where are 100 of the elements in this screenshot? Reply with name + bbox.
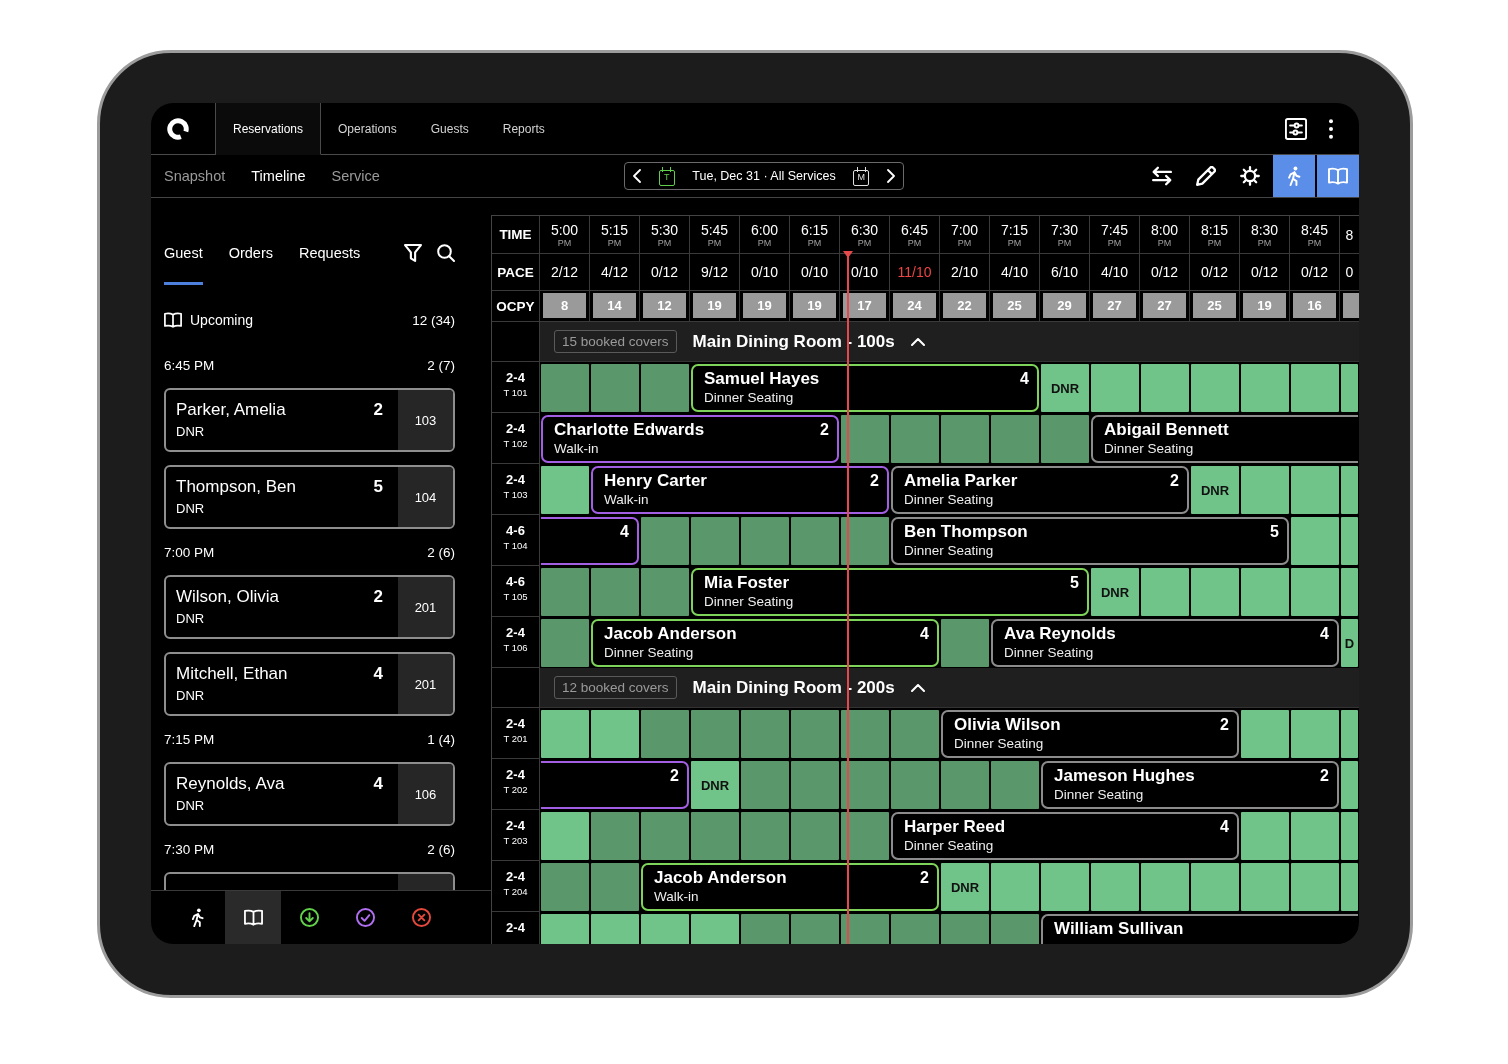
dnr-slot: DNR <box>1191 466 1239 514</box>
table-number: 104 <box>398 467 453 527</box>
status-tab[interactable] <box>225 891 281 944</box>
reservation-card[interactable]: Parker, Amelia 2 DNR 103 <box>164 388 455 452</box>
reservation-block[interactable]: Amelia Parker 2 Dinner Seating <box>891 466 1189 514</box>
occupancy-cell: 19 <box>793 293 836 318</box>
more-options-icon[interactable] <box>1329 118 1333 139</box>
timeline-slot <box>841 517 889 565</box>
search-icon[interactable] <box>437 244 455 262</box>
ring-logo-icon[interactable] <box>167 117 189 140</box>
timeline-slot <box>1241 466 1289 514</box>
table-number: T 102 <box>503 438 528 450</box>
chevron-up-icon[interactable] <box>910 683 925 692</box>
reservation-block[interactable]: Ben Thompson 5 Dinner Seating <box>891 517 1289 565</box>
filter-icon[interactable] <box>404 244 422 262</box>
nav-tab[interactable]: Guests <box>413 103 486 155</box>
group-time: 7:15 PM <box>164 731 215 747</box>
reservation-card[interactable]: Reynolds, Ava 4 DNR 106 <box>164 762 455 826</box>
table-number: 103 <box>398 390 453 450</box>
month-view-button[interactable]: M <box>853 166 870 186</box>
pace-value: 0/12 <box>1200 264 1229 280</box>
group-count: 2 (7) <box>427 357 455 373</box>
timeline-slot <box>1191 364 1239 412</box>
chevron-up-icon[interactable] <box>910 337 925 346</box>
reservation-block[interactable]: Mia Foster 5 Dinner Seating <box>691 568 1089 616</box>
date-picker[interactable]: T Tue, Dec 31 · All Services M <box>624 162 904 190</box>
occupancy-cell <box>1343 293 1359 318</box>
occupancy-cell: 16 <box>1293 293 1336 318</box>
booking-type: Walk-in <box>604 491 650 508</box>
today-button[interactable]: T <box>658 166 675 186</box>
table-number: T 103 <box>503 489 528 501</box>
booking-type: Dinner Seating <box>1004 644 1095 661</box>
timeline-slot <box>1091 863 1139 911</box>
reservation-block[interactable]: Harper Reed 4 Dinner Seating <box>891 812 1239 860</box>
timeline-slot <box>1141 364 1189 412</box>
occupancy-cell: 12 <box>643 293 686 318</box>
reservation-block[interactable]: Henry Carter 2 Walk-in <box>591 466 889 514</box>
covers-count: 12 booked covers <box>554 676 677 699</box>
timeline-slot <box>541 568 589 616</box>
party-size: 4 <box>1020 369 1029 389</box>
reservation-block[interactable]: Charlotte Edwards 2 Walk-in <box>541 415 839 463</box>
reservation-block[interactable]: 2 <box>541 761 689 809</box>
timeline-slot <box>1341 364 1358 412</box>
occupancy-cell: 29 <box>1043 293 1086 318</box>
timeline-slot <box>891 710 939 758</box>
view-tab[interactable]: Snapshot <box>164 168 226 184</box>
period-label: PM <box>707 237 722 248</box>
reservation-block[interactable]: Jacob Anderson 4 Dinner Seating <box>591 619 939 667</box>
panel-tab[interactable]: Guest <box>164 243 203 285</box>
timeline-slot <box>1341 863 1358 911</box>
view-tab[interactable]: Service <box>331 168 380 184</box>
booking-type: Dinner Seating <box>604 644 695 661</box>
timeline-slot <box>541 863 589 911</box>
table-number: T 106 <box>503 642 528 654</box>
period-label: PM <box>1257 237 1272 248</box>
timeline-slot <box>991 863 1039 911</box>
chevron-left-icon[interactable] <box>633 169 641 183</box>
pace-value: 0/12 <box>1250 264 1279 280</box>
time-label: 8:00 <box>1150 221 1179 238</box>
reservation-block[interactable]: William Sullivan <box>1041 914 1358 944</box>
group-count: 2 (6) <box>427 841 455 857</box>
timeline-slot <box>1191 863 1239 911</box>
reservation-card[interactable]: Thompson, Ben 5 DNR 104 <box>164 465 455 529</box>
chevron-right-icon[interactable] <box>886 169 895 183</box>
table-capacity: 2-4 <box>506 920 525 935</box>
timeline-slot <box>991 761 1039 809</box>
nav-tab[interactable]: Reservations <box>216 103 322 155</box>
table-number: T 204 <box>503 886 528 898</box>
time-label: 6:30 <box>850 221 879 238</box>
reservation-block[interactable]: Samuel Hayes 4 Dinner Seating <box>691 364 1039 412</box>
date-label[interactable]: Tue, Dec 31 · All Services <box>692 169 836 183</box>
reservation-block[interactable]: Olivia Wilson 2 Dinner Seating <box>941 710 1239 758</box>
panel-tab[interactable]: Orders <box>228 243 273 285</box>
time-label: 7:45 <box>1100 221 1129 238</box>
timeline-slot <box>1291 517 1339 565</box>
sliders-icon[interactable] <box>1285 117 1307 140</box>
booking-type: Dinner Seating <box>904 542 995 559</box>
table-number: T 101 <box>503 387 528 399</box>
nav-tab[interactable]: Reports <box>485 103 562 155</box>
period-label: PM <box>807 237 822 248</box>
nav-tab[interactable]: Operations <box>321 103 414 155</box>
reservation-card[interactable]: Mitchell, Ethan 4 DNR 201 <box>164 652 455 716</box>
timeline-slot <box>841 812 889 860</box>
reservation-block[interactable]: Jacob Anderson 2 Walk-in <box>641 863 939 911</box>
pace-value: 0/12 <box>1150 264 1179 280</box>
open-book-icon <box>1328 166 1348 186</box>
occupancy-cell: 17 <box>843 293 886 318</box>
reservation-block[interactable]: Jameson Hughes 2 Dinner Seating <box>1041 761 1339 809</box>
reservation-card[interactable]: Wilson, Olivia 2 DNR 201 <box>164 575 455 639</box>
timeline-slot <box>1291 466 1339 514</box>
panel-tab[interactable]: Requests <box>299 243 361 285</box>
booking-type: Dinner Seating <box>904 837 995 854</box>
reservation-block[interactable]: 4 <box>541 517 639 565</box>
view-tab[interactable]: Timeline <box>251 168 306 184</box>
reservation-block[interactable]: Abigail Bennett Dinner Seating <box>1091 415 1358 463</box>
timeline-slot <box>1241 364 1289 412</box>
time-label: 5:00 <box>550 221 579 238</box>
period-label: PM <box>1007 237 1022 248</box>
reservation-block[interactable]: Ava Reynolds 4 Dinner Seating <box>991 619 1339 667</box>
reservations-button[interactable] <box>1317 155 1359 197</box>
